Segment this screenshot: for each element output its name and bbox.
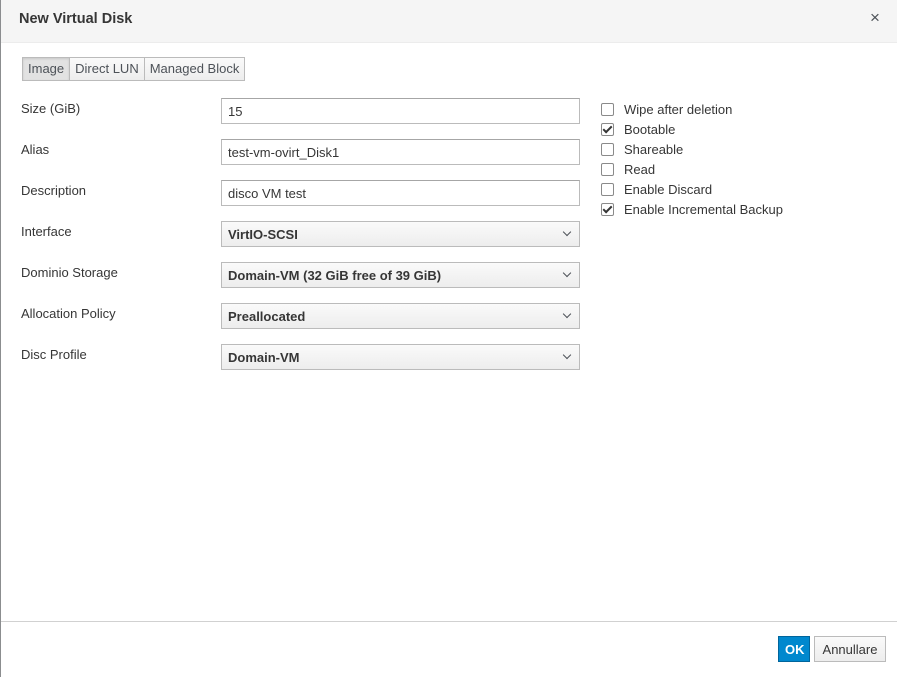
enable-discard-option[interactable]: Enable Discard: [601, 179, 783, 199]
interface-label: Interface: [21, 224, 72, 239]
interface-row: Interface VirtIO-SCSI: [21, 221, 581, 247]
storage-domain-value: Domain-VM (32 GiB free of 39 GiB): [228, 268, 442, 283]
shareable-checkbox[interactable]: [601, 142, 614, 156]
storage-domain-label: Dominio Storage: [21, 265, 118, 280]
enable-incremental-backup-label: Enable Incremental Backup: [624, 201, 783, 217]
disk-profile-label: Disc Profile: [21, 347, 87, 362]
allocation-policy-select[interactable]: Preallocated: [221, 303, 580, 329]
ok-button[interactable]: OK: [778, 636, 810, 662]
disk-profile-select[interactable]: Domain-VM: [221, 344, 580, 370]
wipe-after-deletion-label: Wipe after deletion: [624, 101, 733, 117]
dialog-header: New Virtual Disk ×: [1, 0, 897, 43]
enable-discard-label: Enable Discard: [624, 181, 713, 197]
tab-direct-lun[interactable]: Direct LUN: [69, 57, 145, 81]
allocation-policy-label: Allocation Policy: [21, 306, 116, 321]
disk-type-tabs: Image Direct LUN Managed Block: [22, 57, 246, 81]
read-label: Read: [624, 161, 656, 177]
disk-options: Wipe after deletion Bootable Shareable R…: [601, 99, 783, 219]
description-label: Description: [21, 183, 87, 198]
tab-managed-block[interactable]: Managed Block: [143, 57, 246, 81]
size-input[interactable]: [221, 98, 580, 124]
alias-input[interactable]: [221, 139, 580, 165]
enable-discard-checkbox[interactable]: [601, 182, 614, 196]
shareable-option[interactable]: Shareable: [601, 139, 783, 159]
size-row: Size (GiB): [21, 98, 581, 124]
bootable-checkbox[interactable]: [601, 122, 614, 136]
chevron-down-icon: [562, 309, 572, 319]
allocation-policy-value: Preallocated: [228, 309, 306, 324]
chevron-down-icon: [562, 268, 572, 278]
interface-select[interactable]: VirtIO-SCSI: [221, 221, 580, 247]
alias-row: Alias: [21, 139, 581, 165]
read-option[interactable]: Read: [601, 159, 783, 179]
read-checkbox[interactable]: [601, 162, 614, 176]
bootable-option[interactable]: Bootable: [601, 119, 783, 139]
dialog-footer: OK Annullare: [1, 621, 897, 677]
description-row: Description: [21, 180, 581, 206]
storage-domain-select[interactable]: Domain-VM (32 GiB free of 39 GiB): [221, 262, 580, 288]
description-input[interactable]: [221, 180, 580, 206]
alias-label: Alias: [21, 142, 50, 157]
wipe-after-deletion-option[interactable]: Wipe after deletion: [601, 99, 783, 119]
cancel-button[interactable]: Annullare: [814, 636, 886, 662]
disk-profile-value: Domain-VM: [228, 350, 300, 365]
shareable-label: Shareable: [624, 141, 684, 157]
dialog-title: New Virtual Disk: [19, 11, 133, 27]
enable-incremental-backup-checkbox[interactable]: [601, 202, 614, 216]
new-virtual-disk-dialog: New Virtual Disk × Image Direct LUN Mana…: [0, 0, 897, 677]
storage-domain-row: Dominio Storage Domain-VM (32 GiB free o…: [21, 262, 581, 288]
allocation-policy-row: Allocation Policy Preallocated: [21, 303, 581, 329]
disk-profile-row: Disc Profile Domain-VM: [21, 344, 581, 370]
interface-value: VirtIO-SCSI: [228, 227, 298, 242]
tab-image[interactable]: Image: [22, 57, 71, 81]
chevron-down-icon: [562, 350, 572, 360]
chevron-down-icon: [562, 227, 572, 237]
enable-incremental-backup-option[interactable]: Enable Incremental Backup: [601, 199, 783, 219]
size-label: Size (GiB): [21, 101, 81, 116]
bootable-label: Bootable: [624, 121, 676, 137]
close-icon[interactable]: ×: [867, 9, 883, 27]
wipe-after-deletion-checkbox[interactable]: [601, 102, 614, 116]
